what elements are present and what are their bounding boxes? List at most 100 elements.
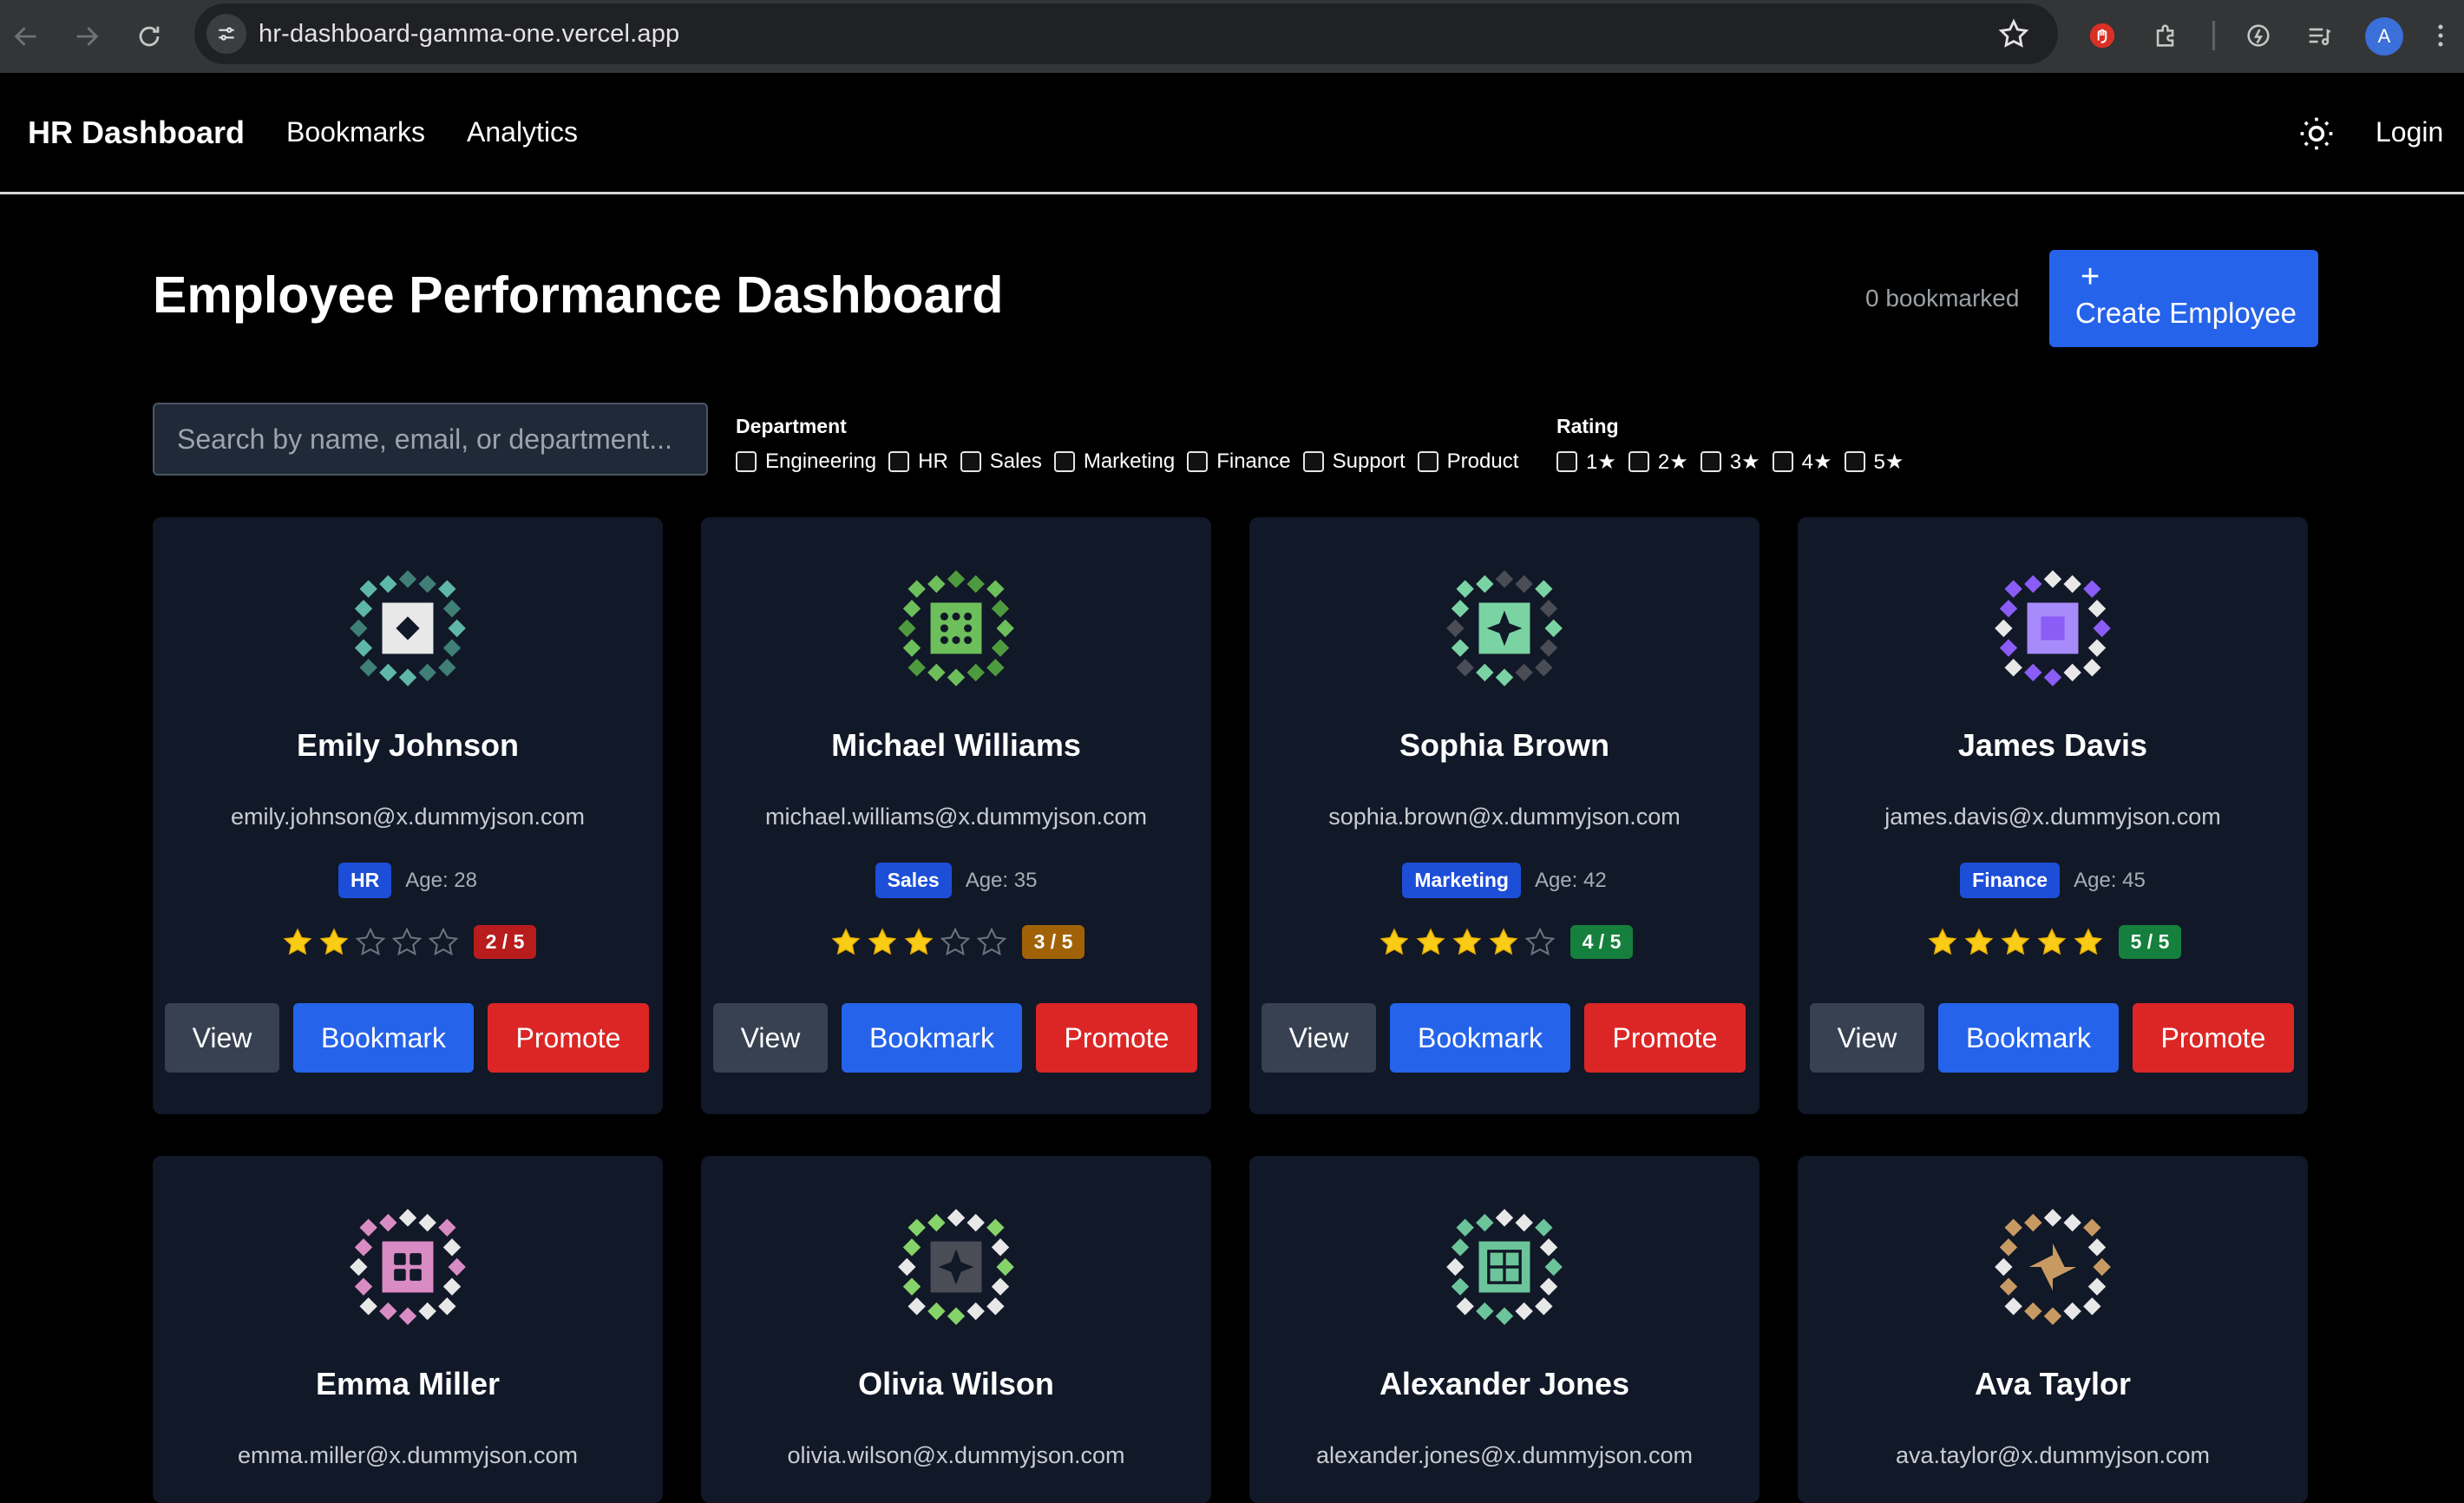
department-filter-option[interactable]: Sales: [960, 450, 1042, 474]
employee-card: Emily Johnson emily.johnson@x.dummyjson.c…: [153, 517, 663, 1114]
performance-icon[interactable]: [2238, 16, 2278, 56]
rating-filter-option[interactable]: 4★: [1772, 450, 1832, 475]
bookmark-button[interactable]: Bookmark: [842, 1003, 1022, 1073]
employee-name: Emma Miller: [315, 1366, 501, 1401]
nav-analytics[interactable]: Analytics: [467, 116, 578, 148]
star-filled-icon: [2074, 928, 2103, 955]
theme-toggle-sun-icon[interactable]: [2297, 115, 2336, 153]
employee-email: sophia.brown@x.dummyjson.com: [1328, 804, 1681, 830]
adblock-extension-icon[interactable]: [2082, 16, 2122, 56]
star-filled-icon: [283, 928, 312, 955]
profile-avatar[interactable]: A: [2365, 17, 2403, 56]
department-filter-option-label: HR: [918, 450, 948, 473]
department-filter-checkbox[interactable]: [888, 451, 910, 472]
site-settings-icon[interactable]: [206, 14, 246, 54]
rating-filter-option-label: 2★: [1657, 450, 1688, 474]
plus-icon: +: [2081, 259, 2100, 295]
app-header: HR Dashboard Bookmarks Analytics Login: [0, 73, 2464, 194]
employee-avatar-icon: [350, 570, 466, 686]
employee-email: emily.johnson@x.dummyjson.com: [230, 804, 586, 830]
card-actions: View Bookmark Promote: [165, 1003, 663, 1073]
star-empty-icon: [976, 927, 1006, 955]
bookmark-button[interactable]: Bookmark: [1938, 1003, 2119, 1073]
department-filter-checkbox[interactable]: [960, 451, 981, 472]
employee-avatar-icon: [1995, 570, 2111, 686]
rating-filter-checkbox[interactable]: [1628, 451, 1649, 472]
employee-avatar-icon: [1446, 1209, 1563, 1325]
rating-filter-option[interactable]: 5★: [1844, 450, 1904, 475]
star-filled-icon: [831, 928, 861, 955]
promote-button[interactable]: Promote: [1036, 1003, 1197, 1073]
department-filter-checkbox[interactable]: [1302, 451, 1324, 472]
page-title: Employee Performance Dashboard: [153, 266, 1004, 324]
department-filter-checkbox[interactable]: [1187, 451, 1209, 472]
employee-card: Emma Miller emma.miller@x.dummyjson.com: [153, 1156, 663, 1503]
rating-filter-option[interactable]: 3★: [1700, 450, 1760, 475]
department-filter-checkbox[interactable]: [1053, 451, 1075, 472]
rating-filter-option[interactable]: 1★: [1556, 450, 1616, 475]
card-actions: View Bookmark Promote: [713, 1003, 1211, 1073]
employee-card: Michael Williams michael.williams@x.dummy…: [701, 517, 1211, 1114]
star-empty-icon: [428, 927, 458, 955]
employee-age: Age: 28: [405, 868, 477, 892]
search-input[interactable]: [153, 403, 708, 476]
rating-filter-option[interactable]: 2★: [1628, 450, 1688, 475]
employee-name: Emily Johnson: [296, 727, 520, 763]
star-filled-icon: [2001, 928, 2030, 955]
department-filter-checkbox[interactable]: [736, 451, 757, 472]
media-controls-icon[interactable]: [2299, 16, 2339, 56]
bookmark-button[interactable]: Bookmark: [293, 1003, 474, 1073]
department-filter-option-label: Finance: [1216, 450, 1291, 473]
promote-button[interactable]: Promote: [488, 1003, 649, 1073]
view-button[interactable]: View: [1810, 1003, 1924, 1073]
rating-filter-option-label: 3★: [1729, 450, 1760, 474]
reload-icon[interactable]: [128, 16, 170, 57]
promote-button[interactable]: Promote: [1584, 1003, 1746, 1073]
browser-menu-icon[interactable]: [2421, 16, 2461, 56]
rating-filter-checkbox[interactable]: [1772, 451, 1793, 472]
forward-icon[interactable]: [66, 16, 108, 57]
brand-logo[interactable]: HR Dashboard: [28, 115, 245, 151]
view-button[interactable]: View: [713, 1003, 828, 1073]
department-badge: HR: [338, 863, 392, 898]
rating-filter-checkbox[interactable]: [1700, 451, 1721, 472]
rating-badge: 2 / 5: [473, 925, 537, 959]
view-button[interactable]: View: [1261, 1003, 1376, 1073]
employee-age: Age: 42: [1534, 868, 1607, 892]
employee-name: Michael Williams: [831, 727, 1081, 763]
star-empty-icon: [355, 927, 385, 955]
employee-age: Age: 35: [965, 868, 1038, 892]
star-empty-icon: [391, 927, 422, 955]
department-filter-option[interactable]: HR: [888, 450, 948, 474]
bookmark-star-icon[interactable]: [1997, 17, 2030, 50]
employee-card: Olivia Wilson olivia.wilson@x.dummyjson.c…: [701, 1156, 1211, 1503]
extensions-puzzle-icon[interactable]: [2146, 16, 2186, 56]
department-filter-option-label: Marketing: [1083, 450, 1176, 473]
create-employee-button[interactable]: + Create Employee: [2049, 250, 2318, 347]
rating-filter-option-label: 4★: [1801, 450, 1832, 474]
employee-card: James Davis james.davis@x.dummyjson.com Fi…: [1798, 517, 2308, 1114]
department-filter-option[interactable]: Support: [1302, 450, 1406, 474]
rating-badge: 3 / 5: [1021, 925, 1085, 959]
login-link[interactable]: Login: [2376, 116, 2443, 148]
rating-filter-checkbox[interactable]: [1844, 451, 1865, 472]
department-filter-checkbox[interactable]: [1417, 451, 1438, 472]
department-filter-option[interactable]: Finance: [1187, 450, 1291, 474]
bookmark-button[interactable]: Bookmark: [1390, 1003, 1570, 1073]
performance-rating: 3 / 5: [701, 925, 1211, 959]
performance-rating: 4 / 5: [1249, 925, 1760, 959]
department-filter-option[interactable]: Product: [1417, 450, 1518, 474]
star-filled-icon: [2037, 928, 2067, 955]
department-filter-option[interactable]: Engineering: [736, 450, 876, 474]
back-icon[interactable]: [5, 16, 47, 57]
rating-filter-checkbox[interactable]: [1556, 451, 1577, 472]
department-filter-option[interactable]: Marketing: [1053, 450, 1176, 474]
promote-button[interactable]: Promote: [2133, 1003, 2294, 1073]
nav-bookmarks[interactable]: Bookmarks: [286, 116, 425, 148]
view-button[interactable]: View: [165, 1003, 279, 1073]
employee-meta: Sales Age: 35: [701, 863, 1211, 898]
employee-card: Sophia Brown sophia.brown@x.dummyjson.com…: [1249, 517, 1760, 1114]
address-bar[interactable]: hr-dashboard-gamma-one.vercel.app: [194, 3, 2058, 64]
employee-avatar-icon: [1995, 1209, 2111, 1325]
card-actions: View Bookmark Promote: [1810, 1003, 2308, 1073]
